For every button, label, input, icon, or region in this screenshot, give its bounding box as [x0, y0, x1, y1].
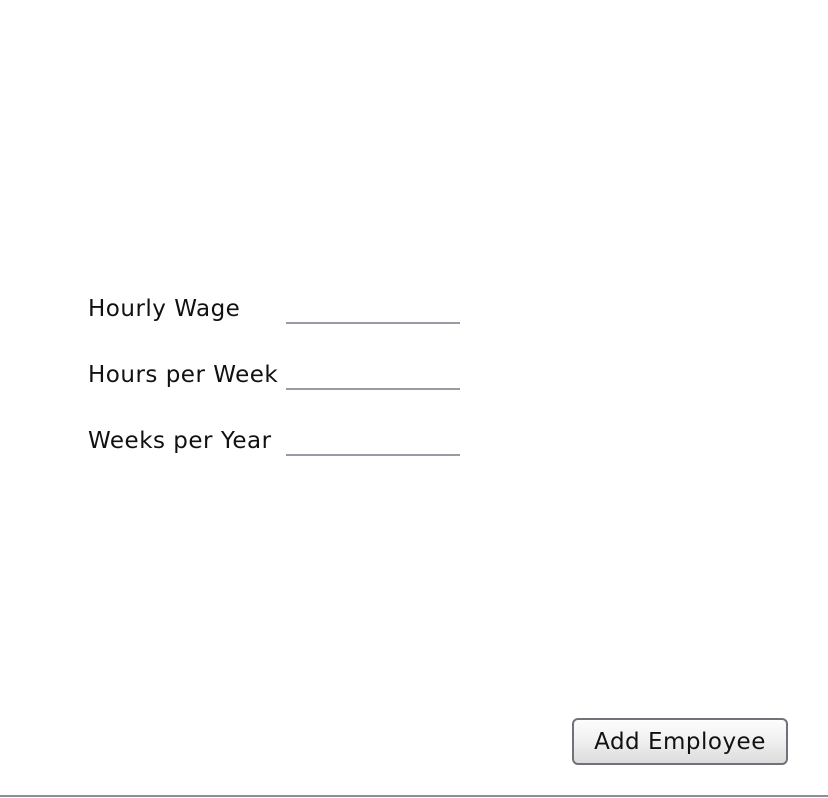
hours-per-week-input[interactable] [286, 360, 460, 390]
hourly-wage-label: Hourly Wage [88, 296, 241, 322]
weeks-per-year-input[interactable] [286, 426, 460, 456]
bottom-divider [0, 795, 828, 797]
employee-form: Hourly Wage Hours per Week Weeks per Yea… [0, 0, 828, 798]
weeks-per-year-label: Weeks per Year [88, 428, 272, 454]
add-employee-button[interactable]: Add Employee [572, 718, 788, 765]
hours-per-week-label: Hours per Week [88, 362, 279, 388]
hourly-wage-input[interactable] [286, 294, 460, 324]
